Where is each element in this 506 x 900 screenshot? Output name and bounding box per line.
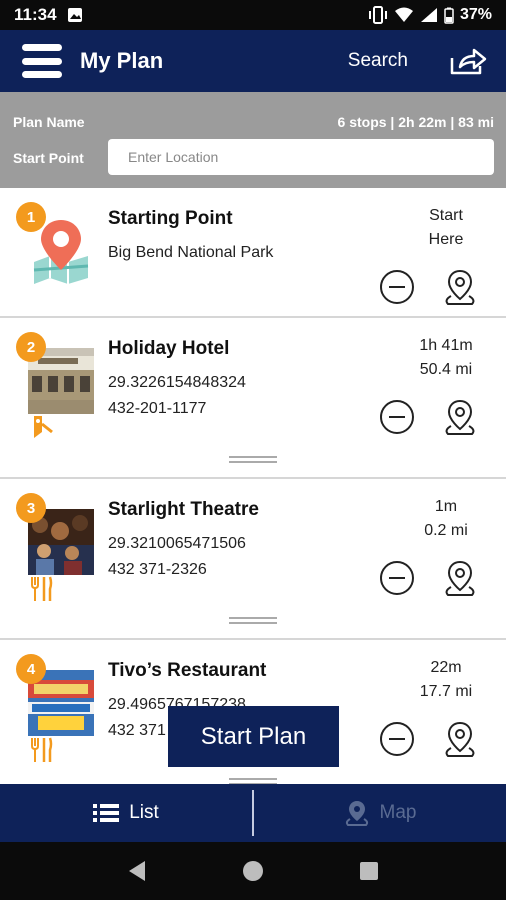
list-item[interactable]: 3 Starlight Theatre 29.3210065471506 432… [0,479,506,640]
search-button[interactable]: Search [348,50,408,72]
stop-name: Holiday Hotel [108,338,230,359]
stop-distance-value: 17.7 mi [419,683,473,700]
stop-name: Starting Point [108,208,233,229]
image-notification-icon [67,8,82,22]
remove-stop-button[interactable] [380,722,414,756]
plan-stats: 6 stops | 2h 22m | 83 mi [337,114,494,130]
stop-phone: 432 371-2326 [108,561,207,578]
stop-number-badge: 4 [16,654,46,684]
list-item[interactable]: 1 Starting Point Big Bend National Park … [0,188,506,318]
app-bar: My Plan Search [0,30,506,92]
bottom-tab-bar: List Map [0,784,506,842]
recents-icon[interactable] [359,861,379,881]
drag-handle[interactable] [229,456,277,464]
stop-time-value: 1h 41m [419,337,473,354]
stop-distance-value: Here [428,231,464,248]
back-icon[interactable] [127,860,147,882]
stop-phone: 432-201-1177 [108,400,207,417]
stop-eta: Start Here [406,204,486,252]
stop-time-value: 1m [434,498,458,515]
stop-name: Tivo’s Restaurant [108,660,267,681]
vibrate-icon [368,6,387,24]
map-marker-icon[interactable] [442,559,478,599]
stop-eta: 1h 41m 50.4 mi [406,334,486,382]
stop-number-badge: 2 [16,332,46,362]
stop-coordinate: 29.3226154848324 [108,374,246,391]
stop-coordinate: 29.3210065471506 [108,535,246,552]
wifi-icon [394,7,413,22]
stop-phone: 432 371 [108,722,166,739]
start-plan-button[interactable]: Start Plan [168,706,339,767]
remove-stop-button[interactable] [380,400,414,434]
status-time: 11:34 [14,5,57,24]
map-marker-icon [345,801,368,826]
hotel-key-icon [34,416,53,438]
status-bar: 11:34 37% [0,0,506,30]
menu-icon[interactable] [22,44,62,78]
page-title: My Plan [80,48,164,73]
stop-eta: 22m 17.7 mi [406,656,486,704]
map-marker-icon[interactable] [442,720,478,760]
stop-number-badge: 3 [16,493,46,523]
battery-icon [444,7,454,24]
map-marker-icon[interactable] [442,268,478,308]
remove-stop-button[interactable] [380,561,414,595]
plan-name-label: Plan Name [13,114,85,130]
tab-map[interactable]: Map [254,799,506,827]
share-icon[interactable] [448,46,488,76]
stop-distance-value: 0.2 mi [424,522,468,539]
remove-stop-button[interactable] [380,270,414,304]
stops-list: 1 Starting Point Big Bend National Park … [0,188,506,784]
fork-knife-icon [31,576,53,601]
start-location-input[interactable] [108,139,494,175]
stop-number-badge: 1 [16,202,46,232]
tab-map-label: Map [379,802,417,823]
stop-time-value: Start [429,207,463,224]
stop-distance-value: 50.4 mi [419,361,473,378]
stop-name: Starlight Theatre [108,499,259,520]
stop-eta: 1m 0.2 mi [406,495,486,543]
signal-icon [420,8,437,22]
app-screen: 11:34 37% My Plan Search Plan Name 6 sto… [0,0,506,900]
map-marker-icon[interactable] [442,398,478,438]
list-icon [93,804,120,822]
stop-time-value: 22m [430,659,462,676]
drag-handle[interactable] [229,617,277,625]
list-item[interactable]: 2 Holiday Hotel 29.3226154848324 432-201… [0,318,506,479]
battery-level: 37% [459,6,492,23]
tab-list-label: List [129,802,159,823]
system-nav-bar [0,842,506,900]
start-point-label: Start Point [13,150,84,166]
plan-info-panel: Plan Name 6 stops | 2h 22m | 83 mi Start… [0,92,506,188]
tab-list[interactable]: List [0,802,252,824]
fork-knife-icon [31,737,53,762]
home-icon[interactable] [241,859,265,883]
stop-address: Big Bend National Park [108,244,274,261]
